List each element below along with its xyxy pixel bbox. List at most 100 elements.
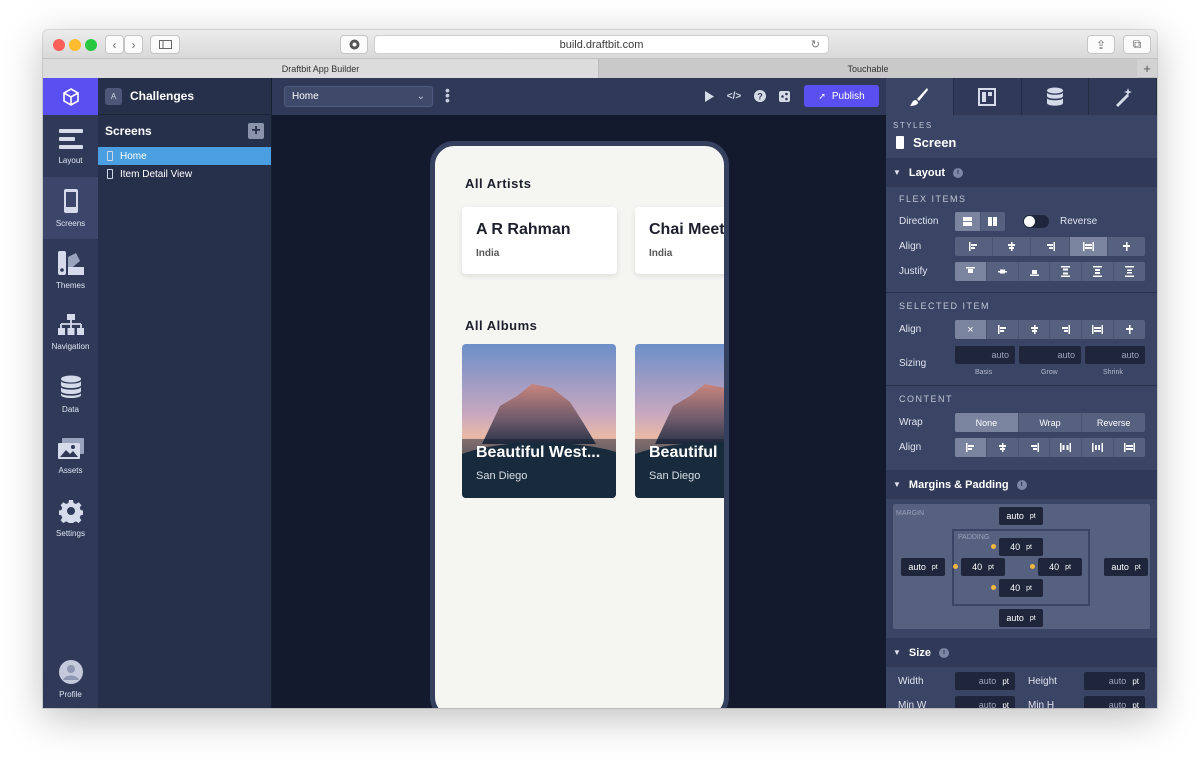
justify-between-button[interactable] <box>1050 262 1083 281</box>
rail-item-profile[interactable]: Profile <box>43 648 98 708</box>
wrap-none-button[interactable]: None <box>955 413 1019 432</box>
rail-item-data[interactable]: Data <box>43 363 98 425</box>
shrink-input[interactable]: auto <box>1085 346 1145 364</box>
margin-bottom-input[interactable]: auto pt <box>999 609 1043 627</box>
align-content-start-button[interactable] <box>955 438 987 457</box>
tabs-overview-button[interactable]: ⧉ <box>1123 35 1151 54</box>
padding-left-input[interactable]: 40 pt <box>961 558 1005 576</box>
align-start-button[interactable] <box>955 237 994 256</box>
align-content-end-button[interactable] <box>1019 438 1051 457</box>
rail-item-settings[interactable]: Settings <box>43 487 98 549</box>
artist-card[interactable]: Chai Meet India <box>635 207 724 274</box>
align-content-center-button[interactable] <box>987 438 1019 457</box>
align-self-baseline-button[interactable] <box>1114 320 1145 339</box>
direction-column-button[interactable] <box>955 212 981 231</box>
screen-item-detail[interactable]: Item Detail View <box>98 165 271 183</box>
browser-window: ‹ › build.draftbit.com ↻ ⇪ ⧉ Draftbit Ap… <box>43 30 1157 708</box>
artist-card[interactable]: A R Rahman India <box>462 207 617 274</box>
rail-item-layout[interactable]: Layout <box>43 115 98 177</box>
width-input[interactable]: auto pt <box>955 672 1015 690</box>
tab-layout[interactable] <box>954 78 1022 115</box>
grow-input[interactable]: auto <box>1019 346 1081 364</box>
align-stretch-button[interactable] <box>1069 237 1108 256</box>
align-self-center-button[interactable] <box>1019 320 1051 339</box>
margin-top-input[interactable]: auto pt <box>999 507 1043 525</box>
justify-around-button[interactable] <box>1082 262 1115 281</box>
more-options-icon[interactable]: • • • <box>445 83 450 107</box>
screens-panel: A Challenges Screens + Home Item Detail … <box>98 78 272 708</box>
align-content-stretch-button[interactable] <box>1114 438 1145 457</box>
align-self-start-button[interactable] <box>987 320 1019 339</box>
tab-data[interactable] <box>1022 78 1090 115</box>
padding-top-input[interactable]: 40 pt <box>999 538 1043 556</box>
unit: pt <box>1029 512 1036 520</box>
align-end-button[interactable] <box>1031 237 1070 256</box>
margins-section-header[interactable]: ▼ Margins & Padding i <box>886 470 1157 499</box>
reload-icon[interactable]: ↻ <box>811 38 820 51</box>
zoom-window-button[interactable] <box>85 39 97 51</box>
wrap-wrap-button[interactable]: Wrap <box>1019 413 1083 432</box>
justify-evenly-button[interactable] <box>1114 262 1145 281</box>
align-center-icon <box>998 443 1006 452</box>
share-button[interactable]: ⇪ <box>1087 35 1115 54</box>
min-height-input[interactable]: auto pt <box>1084 696 1145 708</box>
padding-right-input[interactable]: 40 pt <box>1038 558 1082 576</box>
rail-item-screens[interactable]: Screens <box>43 177 98 239</box>
reverse-toggle[interactable] <box>1023 215 1049 228</box>
screen-select[interactable]: Home ⌄ <box>284 86 433 107</box>
align-content-between-button[interactable] <box>1050 438 1083 457</box>
project-header[interactable]: A Challenges <box>98 78 272 115</box>
layout-section-header[interactable]: ▼ Layout i <box>886 158 1157 187</box>
privacy-report-button[interactable] <box>340 35 368 54</box>
margin-right-input[interactable]: auto pt <box>1104 558 1148 576</box>
album-card[interactable]: Beautiful San Diego <box>635 344 724 498</box>
info-icon[interactable]: i <box>938 647 949 658</box>
publish-button[interactable]: ➚ Publish <box>804 85 879 107</box>
wrap-label: Wrap <box>899 417 923 428</box>
add-screen-button[interactable]: + <box>248 123 264 139</box>
rail-item-assets[interactable]: Assets <box>43 425 98 487</box>
min-width-input[interactable]: auto pt <box>955 696 1015 708</box>
album-card[interactable]: Beautiful West... San Diego <box>462 344 616 498</box>
tab-touchable[interactable]: Touchable <box>599 59 1137 78</box>
align-baseline-button[interactable] <box>1108 237 1145 256</box>
rail-item-themes[interactable]: Themes <box>43 239 98 301</box>
sidebar-toggle-button[interactable] <box>150 35 180 54</box>
forward-button[interactable]: › <box>124 35 143 54</box>
play-icon[interactable] <box>702 89 716 103</box>
direction-label: Direction <box>899 216 939 227</box>
info-icon[interactable]: i <box>952 167 963 178</box>
wrap-reverse-button[interactable]: Reverse <box>1082 413 1145 432</box>
size-section-header[interactable]: ▼ Size i <box>886 638 1157 667</box>
tab-actions[interactable] <box>1089 78 1157 115</box>
basis-input[interactable]: auto <box>955 346 1015 364</box>
justify-center-button[interactable] <box>987 262 1019 281</box>
align-center-button[interactable] <box>993 237 1032 256</box>
align-self-clear-button[interactable]: × <box>955 320 987 339</box>
info-icon[interactable]: i <box>1016 479 1027 490</box>
minimize-window-button[interactable] <box>69 39 81 51</box>
padding-bottom-input[interactable]: 40 pt <box>999 579 1043 597</box>
phone-preview[interactable]: All Artists A R Rahman India Chai Meet I… <box>430 141 729 708</box>
rail-item-navigation[interactable]: Navigation <box>43 301 98 363</box>
direction-row-button[interactable] <box>981 212 1006 231</box>
close-window-button[interactable] <box>53 39 65 51</box>
align-content-around-button[interactable] <box>1082 438 1115 457</box>
code-icon[interactable]: </> <box>727 89 741 103</box>
logo[interactable] <box>43 78 98 115</box>
magic-wand-icon <box>1115 87 1132 107</box>
justify-start-button[interactable] <box>955 262 987 281</box>
screen-item-home[interactable]: Home <box>98 147 271 165</box>
back-button[interactable]: ‹ <box>105 35 124 54</box>
margin-left-input[interactable]: auto pt <box>901 558 945 576</box>
align-self-end-button[interactable] <box>1050 320 1083 339</box>
justify-end-button[interactable] <box>1019 262 1051 281</box>
new-tab-button[interactable]: + <box>1137 59 1157 78</box>
address-bar[interactable]: build.draftbit.com ↻ <box>374 35 829 54</box>
share-link-icon[interactable] <box>777 89 791 103</box>
height-input[interactable]: auto pt <box>1084 672 1145 690</box>
align-self-stretch-button[interactable] <box>1082 320 1115 339</box>
help-icon[interactable]: ? <box>753 89 767 103</box>
tab-styles[interactable] <box>886 78 954 115</box>
tab-draftbit[interactable]: Draftbit App Builder <box>43 59 599 78</box>
